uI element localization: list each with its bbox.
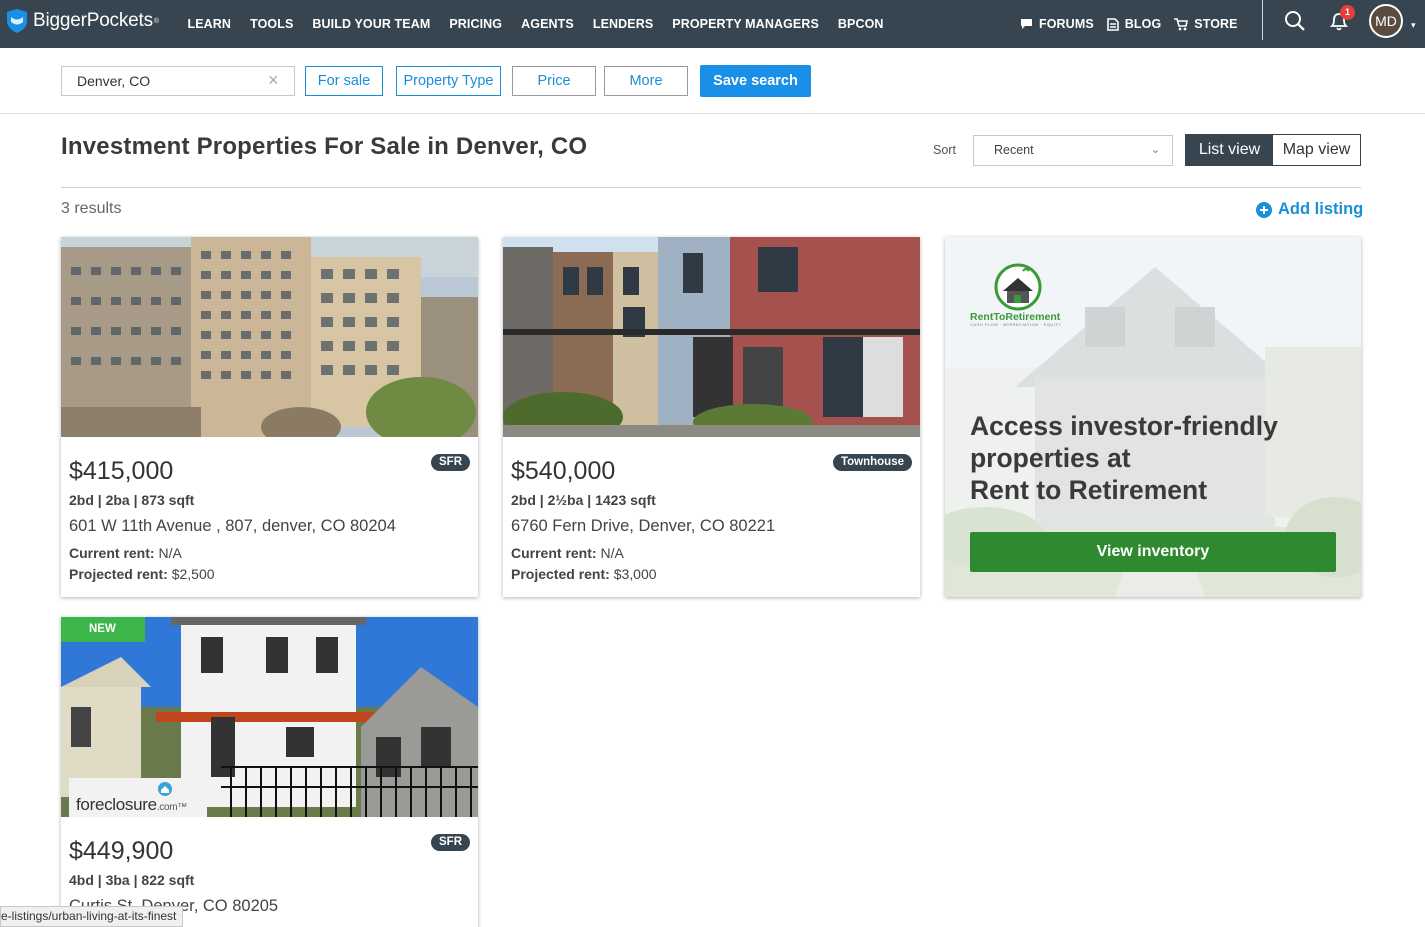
nav-lenders[interactable]: LENDERS (593, 17, 653, 31)
listing-specs: 2bd | 2ba | 873 sqft (69, 492, 195, 508)
ad-headline-line2: properties at (970, 443, 1131, 473)
rent-to-retirement-logo (994, 263, 1042, 311)
nav-build-your-team[interactable]: BUILD YOUR TEAM (312, 17, 430, 31)
results-count: 3 results (61, 200, 122, 217)
map-view-button[interactable]: Map view (1273, 135, 1360, 165)
nav-bpcon[interactable]: BPCON (838, 17, 884, 31)
current-rent-label: Current rent: (511, 545, 597, 561)
nav-forums-label: FORUMS (1039, 17, 1094, 31)
foreclosure-logo: foreclosure.com™ (69, 778, 207, 817)
plus-circle-icon (1256, 201, 1272, 218)
projected-rent-label: Projected rent: (69, 566, 168, 582)
projected-rent-value: $2,500 (171, 566, 215, 582)
ad-logo-tagline: CASH FLOW · APPRECIATION · EQUITY (970, 322, 1062, 327)
nav-pricing[interactable]: PRICING (449, 17, 502, 31)
add-listing-link[interactable]: Add listing (1256, 200, 1363, 219)
clear-icon[interactable]: × (268, 71, 279, 89)
nav-tools[interactable]: TOOLS (250, 17, 293, 31)
listing-address: 6760 Fern Drive, Denver, CO 80221 (511, 517, 776, 535)
secondary-nav: FORUMS BLOG STORE (1017, 0, 1248, 48)
listing-specs: 2bd | 2½ba | 1423 sqft (511, 492, 656, 508)
cart-icon (1174, 17, 1189, 30)
listing-photo[interactable] (503, 237, 920, 437)
projected-rent: Projected rent: $2,500 (69, 566, 215, 582)
nav-store[interactable]: STORE (1174, 17, 1238, 31)
foreclosure-logo-suffix: .com™ (156, 802, 187, 813)
listing-address: 601 W 11th Avenue , 807, denver, CO 8020… (69, 517, 396, 535)
nav-property-managers[interactable]: PROPERTY MANAGERS (672, 17, 819, 31)
view-inventory-button[interactable]: View inventory (970, 532, 1336, 572)
current-rent-value: N/A (600, 545, 624, 561)
listing-price: $540,000 (511, 457, 616, 485)
property-type-badge: SFR (431, 454, 470, 471)
page-title: Investment Properties For Sale in Denver… (61, 133, 588, 160)
notification-badge: 1 (1340, 5, 1355, 20)
list-view-button[interactable]: List view (1186, 135, 1273, 165)
search-icon[interactable] (1284, 10, 1306, 32)
chat-icon (1021, 19, 1032, 29)
sort-select[interactable]: Recent ⌄ (973, 135, 1173, 166)
nav-agents[interactable]: AGENTS (521, 17, 574, 31)
sort-value: Recent (994, 143, 1034, 157)
listing-card[interactable]: NEW foreclosure.com™ $449,900 SFR 4bd | … (61, 617, 478, 927)
current-rent-label: Current rent: (69, 545, 155, 561)
current-rent: Current rent: N/A (69, 545, 182, 561)
projected-rent-value: $3,000 (613, 566, 657, 582)
sort-label: Sort (933, 143, 956, 157)
listing-photo[interactable] (61, 237, 478, 437)
listing-card[interactable]: $415,000 SFR 2bd | 2ba | 873 sqft 601 W … (61, 237, 478, 597)
nav-forums[interactable]: FORUMS (1020, 17, 1094, 31)
chevron-down-icon[interactable]: ▾ (1411, 20, 1416, 31)
chevron-down-icon: ⌄ (1150, 144, 1160, 156)
new-badge: NEW (61, 617, 145, 642)
projected-rent-label: Projected rent: (511, 566, 610, 582)
brand-reg: ® (153, 17, 160, 25)
foreclosure-logo-word: foreclosure (76, 795, 157, 814)
ad-headline-line3: Rent to Retirement (970, 475, 1208, 505)
nav-divider (1262, 0, 1263, 40)
property-type-badge: SFR (431, 834, 470, 851)
nav-store-label: STORE (1194, 17, 1238, 31)
current-rent: Current rent: N/A (511, 545, 624, 561)
status-bar-url: e-listings/urban-living-at-its-finest (0, 906, 184, 927)
brand-name: BiggerPockets (33, 10, 153, 31)
ad-headline-line1: Access investor-friendly (970, 411, 1278, 441)
avatar[interactable]: MD (1369, 4, 1403, 38)
for-sale-filter[interactable]: For sale (305, 66, 383, 96)
more-filter[interactable]: More (604, 66, 688, 96)
property-type-badge: Townhouse (832, 454, 912, 471)
nav-learn[interactable]: LEARN (188, 17, 232, 31)
apartment-building-image (61, 237, 478, 437)
document-icon (1106, 17, 1119, 31)
property-type-filter[interactable]: Property Type (396, 66, 501, 96)
listing-price: $415,000 (69, 457, 174, 485)
shield-logo-icon (7, 9, 27, 33)
foreclosure-logo-text: foreclosure.com™ (76, 795, 187, 815)
view-toggle: List view Map view (1185, 134, 1361, 166)
townhouse-image (503, 237, 920, 437)
main-nav: LEARN TOOLS BUILD YOUR TEAM PRICING AGEN… (178, 0, 893, 48)
nav-blog[interactable]: BLOG (1106, 17, 1162, 31)
projected-rent: Projected rent: $3,000 (511, 566, 657, 582)
rent-to-retirement-ad[interactable]: RentToRetirement CASH FLOW · APPRECIATIO… (945, 237, 1361, 597)
listing-price: $449,900 (69, 837, 174, 865)
price-filter[interactable]: Price (512, 66, 596, 96)
location-input[interactable] (61, 66, 295, 96)
add-listing-label: Add listing (1278, 200, 1364, 218)
nav-blog-label: BLOG (1124, 17, 1162, 31)
divider (61, 187, 1361, 188)
brand-logo[interactable]: BiggerPockets ® (6, 8, 159, 34)
listing-specs: 4bd | 3ba | 822 sqft (69, 872, 195, 888)
listing-photo[interactable]: NEW foreclosure.com™ (61, 617, 478, 817)
save-search-button[interactable]: Save search (700, 65, 811, 97)
current-rent-value: N/A (158, 545, 182, 561)
filter-bar: × For sale Property Type Price More Save… (0, 48, 1425, 114)
ad-headline: Access investor-friendly properties at R… (970, 410, 1278, 506)
listing-card[interactable]: $540,000 Townhouse 2bd | 2½ba | 1423 sqf… (503, 237, 920, 597)
top-nav: BiggerPockets ® LEARN TOOLS BUILD YOUR TE… (0, 0, 1425, 48)
